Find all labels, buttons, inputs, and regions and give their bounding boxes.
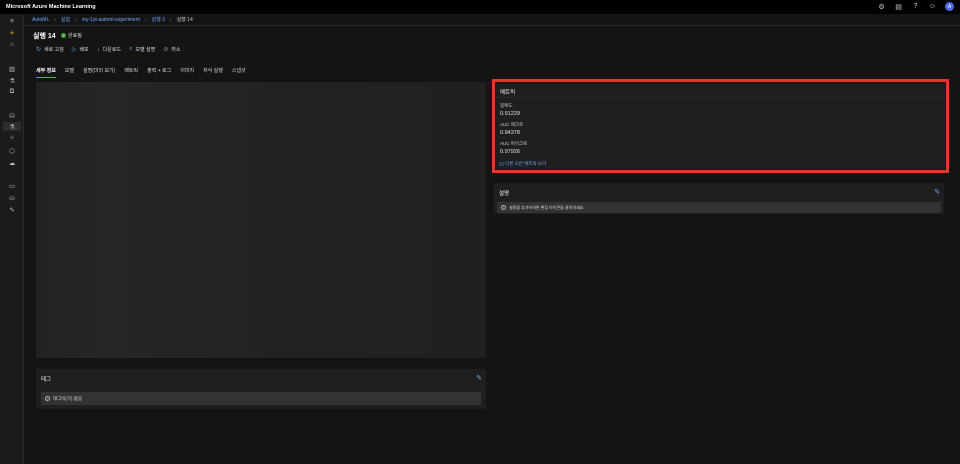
tab-metrics[interactable]: 메트릭 bbox=[124, 67, 138, 78]
metric-value: 0.97926 bbox=[500, 149, 520, 155]
notebook-icon[interactable]: ▥ bbox=[7, 64, 17, 73]
info-icon: i bbox=[501, 205, 506, 210]
explain-model-button[interactable]: ⌕ 모델 설명 bbox=[129, 46, 155, 53]
tab-images[interactable]: 이미지 bbox=[180, 67, 194, 78]
endpoints-icon[interactable]: ☁ bbox=[7, 158, 17, 167]
settings-icon[interactable]: ⚙ bbox=[877, 2, 886, 11]
breadcrumb: AutoML › 실험 › my-1st-automl-experiment ›… bbox=[32, 16, 193, 24]
help-icon[interactable]: ? bbox=[911, 2, 920, 11]
tags-card: 태그 ✎ i 태그이(가) 없음 bbox=[36, 369, 486, 409]
labeling-icon[interactable]: ✎ bbox=[7, 205, 17, 214]
download-button[interactable]: ↓ 다운로드 bbox=[96, 46, 122, 54]
cancel-label: 취소 bbox=[171, 47, 181, 53]
app-title: Microsoft Azure Machine Learning bbox=[6, 4, 96, 10]
metric-accuracy: 정확도 0.91229 bbox=[500, 103, 520, 117]
compute-icon[interactable]: ▭ bbox=[7, 181, 17, 190]
breadcrumb-current-run: 실행 14 bbox=[176, 17, 193, 23]
breadcrumb-parent-run[interactable]: 실행 3 bbox=[152, 16, 165, 23]
description-title: 설명 bbox=[499, 191, 510, 197]
tab-details[interactable]: 세부 정보 bbox=[36, 67, 56, 78]
download-label: 다운로드 bbox=[102, 47, 122, 53]
edit-tags-icon[interactable]: ✎ bbox=[476, 374, 482, 382]
deploy-button[interactable]: ▷ 배포 bbox=[72, 46, 89, 53]
description-card: 설명 ✎ i 설명을 추가하려면 편집 아이콘을 클릭하세요. bbox=[494, 183, 944, 214]
status-text: 완료됨 bbox=[68, 33, 82, 39]
cancel-icon: ⊘ bbox=[163, 47, 169, 53]
experiments-icon[interactable]: ⚗ bbox=[3, 122, 21, 131]
description-hint: 설명을 추가하려면 편집 아이콘을 클릭하세요. bbox=[509, 204, 585, 210]
designer-icon[interactable]: ⧉ bbox=[7, 87, 17, 96]
avatar[interactable]: A bbox=[945, 2, 954, 11]
run-properties-panel bbox=[36, 82, 486, 358]
metric-value: 0.91229 bbox=[500, 111, 520, 117]
tab-outputs-logs[interactable]: 출력 + 로그 bbox=[147, 67, 171, 78]
page-title: 실행 14 bbox=[33, 33, 56, 40]
metrics-title: 메트릭 bbox=[500, 90, 516, 96]
tab-models[interactable]: 모델 bbox=[65, 67, 74, 78]
tab-bar: 세부 정보 모델 설명(미리 보기) 메트릭 출력 + 로그 이미지 자식 실행… bbox=[36, 67, 246, 78]
top-icons: ⚙ ▤ ? ☺ A bbox=[877, 2, 954, 11]
metric-auc-macro: AUC 매크로 0.94378 bbox=[500, 122, 523, 136]
tab-snapshot[interactable]: 스냅샷 bbox=[232, 67, 246, 78]
home-icon[interactable]: ⌂ bbox=[7, 40, 17, 49]
smiley-icon[interactable]: ☺ bbox=[928, 2, 937, 11]
tags-empty-text: 태그이(가) 없음 bbox=[53, 395, 83, 401]
status-badge: ✓ 완료됨 bbox=[61, 32, 82, 39]
metric-auc-micro: AUC 마이크로 0.97926 bbox=[500, 141, 527, 155]
breadcrumb-experiments[interactable]: 실험 bbox=[61, 16, 70, 23]
download-icon: ↓ bbox=[96, 46, 100, 53]
left-navigation: ≡ + ⌂ ▥ ⚗ ⧉ ⛁ ⚗ ⑂ ⬡ ☁ ▭ ⛀ ✎ bbox=[0, 14, 24, 464]
toolbar: ↻ 새로 고침 ▷ 배포 ↓ 다운로드 ⌕ 모델 설명 ⊘ 취소 bbox=[36, 46, 180, 53]
breadcrumb-experiment[interactable]: my-1st-automl-experiment bbox=[82, 17, 140, 23]
divider bbox=[496, 97, 945, 98]
play-icon: ▷ bbox=[71, 47, 77, 53]
chevron-right-icon: › bbox=[75, 16, 77, 23]
explain-label: 모델 설명 bbox=[135, 47, 156, 53]
feedback-icon[interactable]: ▤ bbox=[894, 2, 903, 11]
description-empty-bar: i 설명을 추가하려면 편집 아이콘을 클릭하세요. bbox=[497, 202, 941, 213]
refresh-label: 새로 고침 bbox=[44, 47, 64, 53]
metric-value: 0.94378 bbox=[500, 130, 520, 136]
automl-icon[interactable]: ⚗ bbox=[7, 76, 17, 85]
breadcrumb-automl[interactable]: AutoML bbox=[32, 17, 49, 23]
divider bbox=[24, 25, 960, 26]
metric-label: 정확도 bbox=[500, 103, 513, 108]
check-icon: ✓ bbox=[61, 33, 66, 38]
edit-description-icon[interactable]: ✎ bbox=[934, 188, 940, 196]
chevron-right-icon: › bbox=[54, 16, 56, 23]
datasets-icon[interactable]: ⛁ bbox=[7, 111, 17, 120]
view-all-metrics-link[interactable]: ▯▯ 다른 모든 메트릭 보기 bbox=[499, 161, 546, 167]
models-icon[interactable]: ⬡ bbox=[7, 146, 17, 155]
metrics-card: 메트릭 정확도 0.91229 AUC 매크로 0.94378 AUC 마이크로… bbox=[496, 83, 945, 169]
cancel-button[interactable]: ⊘ 취소 bbox=[163, 46, 180, 53]
tab-child-runs[interactable]: 자식 실행 bbox=[203, 67, 223, 78]
metric-label: AUC 마이크로 bbox=[500, 141, 528, 146]
refresh-icon: ↻ bbox=[36, 47, 42, 53]
pipelines-icon[interactable]: ⑂ bbox=[7, 134, 17, 143]
datastores-icon[interactable]: ⛀ bbox=[7, 193, 17, 202]
tags-title: 태그 bbox=[41, 377, 52, 383]
chevron-right-icon: › bbox=[144, 16, 147, 23]
menu-icon[interactable]: ≡ bbox=[7, 17, 17, 26]
chevron-right-icon: › bbox=[169, 16, 172, 23]
refresh-button[interactable]: ↻ 새로 고침 bbox=[36, 46, 64, 53]
info-icon: i bbox=[45, 396, 50, 401]
create-new-icon[interactable]: + bbox=[7, 28, 17, 38]
deploy-label: 배포 bbox=[79, 47, 89, 53]
top-bar: Microsoft Azure Machine Learning ⚙ ▤ ? ☺… bbox=[0, 0, 960, 14]
search-icon: ⌕ bbox=[129, 46, 133, 52]
view-all-metrics-label: 다른 모든 메트릭 보기 bbox=[505, 161, 547, 166]
tags-empty-bar: i 태그이(가) 없음 bbox=[41, 392, 481, 405]
tab-explanations[interactable]: 설명(미리 보기) bbox=[83, 67, 115, 78]
metric-label: AUC 매크로 bbox=[500, 122, 524, 127]
